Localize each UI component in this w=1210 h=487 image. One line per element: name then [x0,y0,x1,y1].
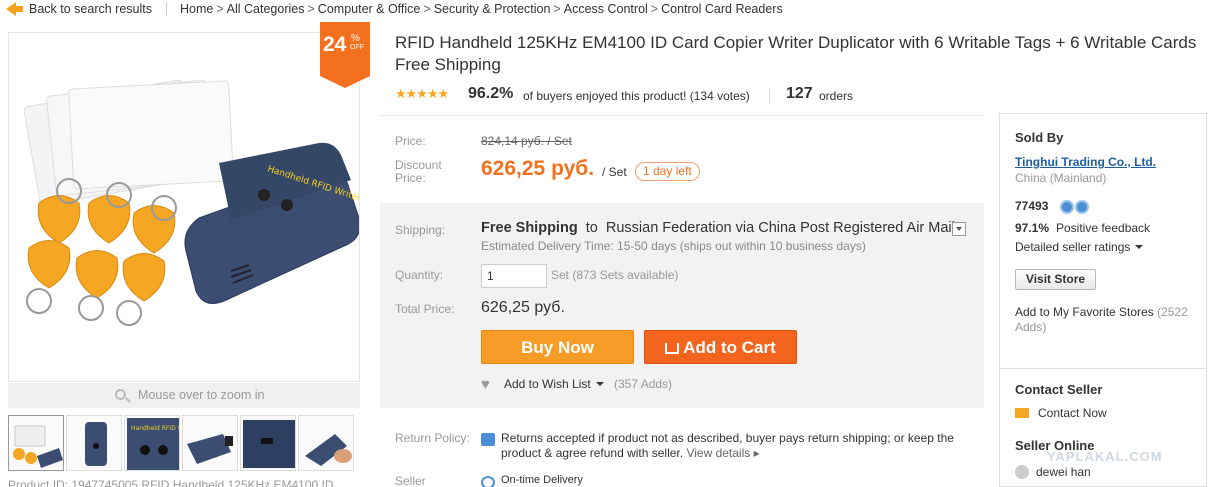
price-label: Price: [395,134,426,148]
return-icon [481,433,495,446]
quantity-label: Quantity: [395,268,444,282]
thumbnail-3[interactable]: Handheld RFID Writer [124,415,180,471]
price-block: Price: 824,14 руб. / Set Discount Price: … [380,115,984,200]
thumbnail-2[interactable] [66,415,122,471]
visit-store-button[interactable]: Visit Store [1015,269,1096,290]
add-to-cart-button[interactable]: Add to Cart [644,330,797,364]
thumbnail-5[interactable] [240,415,296,471]
mail-icon [1015,408,1029,418]
quantity-input[interactable] [481,264,547,288]
rating-percent: 96.2% [468,85,514,102]
total-price-label: Total Price: [395,302,455,316]
zoom-hint-bar: Mouse over to zoom in [8,383,360,408]
discount-badge: 24 % OFF [320,22,370,88]
thumbnail-6[interactable] [298,415,354,471]
breadcrumb-bar: Back to search results Home > All Categori… [0,0,1210,20]
star-rating-icon: ★★★★★ [395,86,449,101]
store-country: China (Mainland) [1015,171,1107,185]
total-price: 626,25 руб. [481,299,565,316]
divider [769,88,770,104]
medal-icon [1060,200,1074,214]
store-name-link[interactable]: Tinghui Trading Co., Ltd. [1015,155,1156,169]
add-to-wish-list-link[interactable]: Add to Wish List [504,377,604,391]
thumbnail-1[interactable] [8,415,64,471]
crumb-access-control[interactable]: Access Control [564,2,648,16]
original-price: 824,14 руб. / Set [481,134,572,148]
shipping-block: Shipping: Free Shipping to Russian Feder… [380,203,984,408]
product-id-text: Product ID: 1947745005 RFID Handheld 125… [8,478,334,487]
sold-by-panel: Sold By Tinghui Trading Co., Ltd. China … [999,113,1207,369]
chevron-down-icon [1135,245,1144,249]
medal-icon [1075,200,1089,214]
discount-price: 626,25 руб. [481,157,595,180]
main-product-image[interactable]: Handheld RFID Writer [8,32,360,382]
contact-seller-panel: Contact Seller Contact Now Seller Online… [999,369,1207,487]
watermark: YAPLAKAL.COM [1047,449,1163,464]
detailed-ratings-link[interactable]: Detailed seller ratings [1015,240,1144,254]
crumb-security[interactable]: Security & Protection [434,2,551,16]
shipping-dropdown-icon[interactable] [952,222,966,236]
quantity-available: Set (873 Sets available) [551,268,679,282]
return-policy-text: Returns accepted if product not as descr… [501,431,954,460]
wish-count: (357 Adds) [614,377,673,391]
product-photo: Handheld RFID Writer [23,79,359,326]
magnifier-icon [115,389,126,400]
heart-icon[interactable]: ♥ [481,376,490,393]
delivery-estimate: Estimated Delivery Time: 15-50 days (shi… [481,239,866,253]
divider [166,2,167,16]
time-left-badge: 1 day left [635,162,700,181]
breadcrumb: Home > All Categories > Computer & Office > Se… [180,2,783,16]
contact-seller-heading: Contact Seller [1015,382,1103,397]
back-to-search-link[interactable]: Back to search results [29,2,152,16]
view-details-link[interactable]: View details ▸ [686,446,759,460]
online-seller-name[interactable]: dewei han [1036,465,1091,479]
feedback-text: Positive feedback [1056,221,1151,235]
svg-text:Handheld RFID Writer: Handheld RFID Writer [131,425,180,432]
crumb-all-categories[interactable]: All Categories [227,2,305,16]
product-title: RFID Handheld 125KHz EM4100 ID Card Copi… [395,33,1197,74]
cart-icon [665,343,680,354]
user-icon [1015,465,1029,479]
buy-now-button[interactable]: Buy Now [481,330,634,364]
ontime-delivery: On-time Delivery [501,474,583,486]
crumb-home[interactable]: Home [180,2,213,16]
return-policy-label: Return Policy: [395,431,470,445]
shipping-method: Free Shipping to Russian Federation via … [481,220,955,236]
add-favorite-store-link[interactable]: Add to My Favorite Stores (2522 Adds) [1015,305,1200,335]
thumbnail-4[interactable] [182,415,238,471]
price-unit: / Set [602,165,627,179]
chevron-down-icon [595,382,604,386]
contact-now-link[interactable]: Contact Now [1038,406,1107,420]
orders-label: orders [819,89,854,103]
crumb-card-readers[interactable]: Control Card Readers [661,2,783,16]
sold-by-heading: Sold By [1015,130,1064,145]
discount-price-label: Discount Price: [395,158,442,185]
feedback-percent: 97.1% [1015,221,1050,235]
crumb-computer-office[interactable]: Computer & Office [318,2,421,16]
shipping-label: Shipping: [395,223,446,237]
seller-score: 77493 [1015,199,1049,213]
rating-text: of buyers enjoyed this product! (134 vot… [523,89,750,103]
seller-label: Seller [395,474,426,487]
clock-icon [481,476,495,487]
orders-count: 127 [786,85,813,102]
